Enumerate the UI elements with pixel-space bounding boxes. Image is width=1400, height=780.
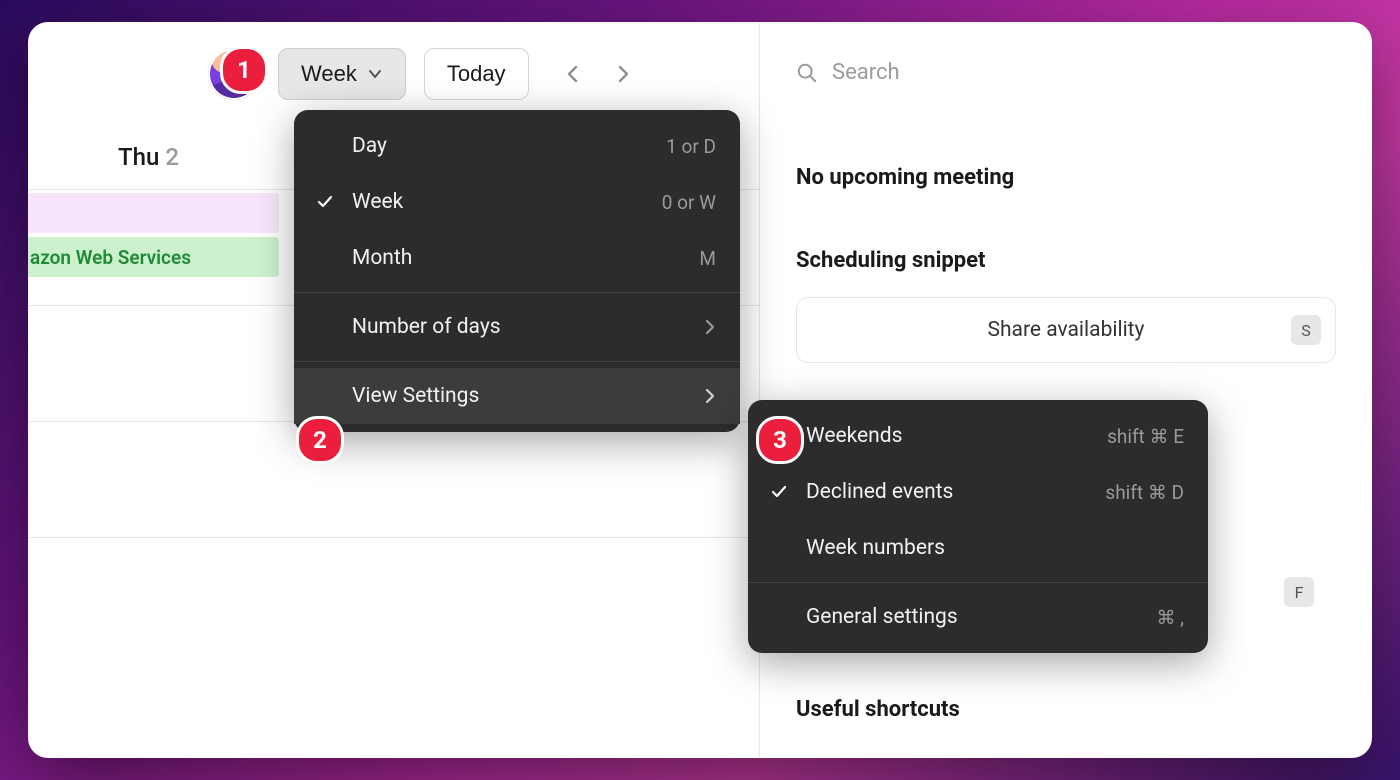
menu-item-day[interactable]: Day 1 or D xyxy=(294,118,740,174)
menu-item-number-of-days[interactable]: Number of days xyxy=(294,299,740,355)
search-field[interactable]: Search xyxy=(796,60,1336,85)
menu-item-declined-events[interactable]: Declined events shift ⌘ D xyxy=(748,464,1208,520)
time-slot[interactable] xyxy=(28,421,759,537)
menu-label: General settings xyxy=(806,605,1141,629)
calendar-event[interactable]: azon Web Services xyxy=(28,237,279,277)
menu-hint: shift ⌘ D xyxy=(1105,481,1184,504)
day-short: Thu xyxy=(118,143,159,171)
menu-divider xyxy=(294,361,740,362)
menu-item-week-numbers[interactable]: Week numbers xyxy=(748,520,1208,576)
today-button[interactable]: Today xyxy=(424,48,529,100)
menu-hint: 0 or W xyxy=(662,191,716,214)
day-num: 2 xyxy=(165,143,179,171)
menu-label: Week xyxy=(352,190,646,214)
menu-hint: shift ⌘ E xyxy=(1107,425,1184,448)
menu-item-weekends[interactable]: Weekends shift ⌘ E xyxy=(748,408,1208,464)
view-settings-submenu: Weekends shift ⌘ E Declined events shift… xyxy=(748,400,1208,653)
menu-item-month[interactable]: Month M xyxy=(294,230,740,286)
annotation-badge-3: 3 xyxy=(756,416,804,464)
menu-hint: ⌘ , xyxy=(1157,606,1184,629)
menu-label: Weekends xyxy=(806,424,1091,448)
chevron-right-icon xyxy=(704,388,716,404)
next-button[interactable] xyxy=(601,52,645,96)
search-placeholder: Search xyxy=(832,60,900,85)
menu-hint: 1 or D xyxy=(666,135,716,158)
chevron-right-icon xyxy=(704,319,716,335)
share-availability-button[interactable]: Share availability S xyxy=(796,297,1336,363)
menu-divider xyxy=(748,582,1208,583)
event-title: azon Web Services xyxy=(30,246,191,269)
no-upcoming-heading: No upcoming meeting xyxy=(796,165,1336,190)
nav-arrows xyxy=(551,52,645,96)
prev-button[interactable] xyxy=(551,52,595,96)
menu-item-week[interactable]: Week 0 or W xyxy=(294,174,740,230)
shortcut-key-f: F xyxy=(1284,577,1314,607)
menu-item-view-settings[interactable]: View Settings xyxy=(294,368,740,424)
toolbar: Week Today xyxy=(28,22,759,118)
menu-label: Week numbers xyxy=(806,536,1184,560)
chevron-right-icon xyxy=(613,64,633,84)
menu-label: Month xyxy=(352,246,683,270)
menu-divider xyxy=(294,292,740,293)
view-switcher-button[interactable]: Week xyxy=(278,48,406,100)
useful-shortcuts-heading: Useful shortcuts xyxy=(796,697,960,722)
share-shortcut-key: S xyxy=(1291,315,1321,345)
calendar-event[interactable] xyxy=(28,193,279,233)
menu-hint: M xyxy=(699,247,716,270)
chevron-down-icon xyxy=(367,66,383,82)
search-icon xyxy=(796,62,818,84)
scheduling-heading: Scheduling snippet xyxy=(796,248,1336,273)
menu-item-general-settings[interactable]: General settings ⌘ , xyxy=(748,589,1208,645)
menu-label: Number of days xyxy=(352,315,688,339)
share-availability-label: Share availability xyxy=(988,318,1145,342)
annotation-badge-1: 1 xyxy=(220,46,268,94)
menu-label: Declined events xyxy=(806,480,1089,504)
chevron-left-icon xyxy=(563,64,583,84)
view-menu: Day 1 or D Week 0 or W Month M Number of… xyxy=(294,110,740,432)
menu-label: View Settings xyxy=(352,384,688,408)
annotation-badge-2: 2 xyxy=(296,416,344,464)
view-switcher-label: Week xyxy=(301,61,357,87)
today-label: Today xyxy=(447,61,506,87)
check-icon xyxy=(768,483,790,501)
time-slot[interactable] xyxy=(28,537,759,653)
menu-label: Day xyxy=(352,134,650,158)
check-icon xyxy=(314,193,336,211)
